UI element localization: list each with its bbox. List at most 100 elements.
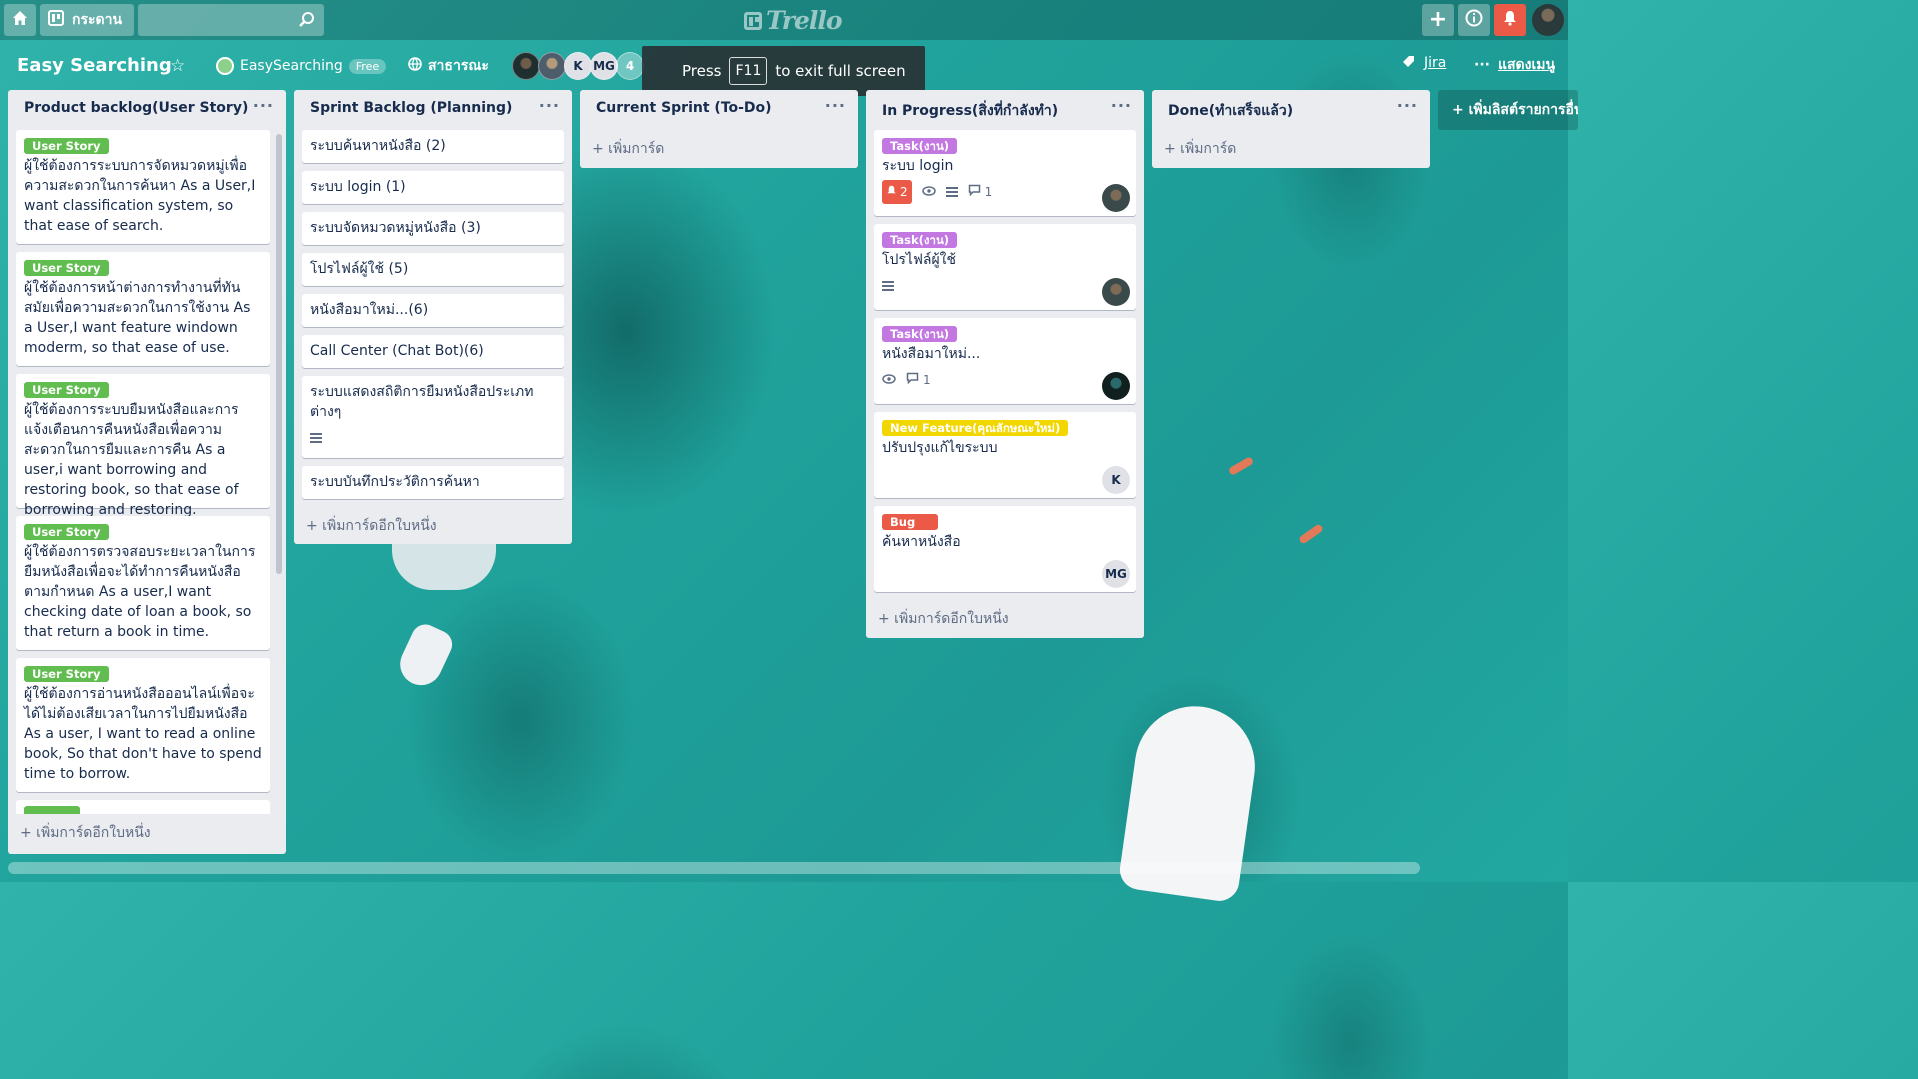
list-header[interactable]: Product backlog(User Story) ··· <box>8 90 286 130</box>
list-product-backlog: Product backlog(User Story) ··· User Sto… <box>8 90 286 854</box>
card-label: Bug <box>882 514 938 530</box>
visibility-button[interactable]: สาธารณะ <box>402 50 495 82</box>
team-icon <box>216 57 234 75</box>
list-cards: User Story ผู้ใช้ต้องการระบบการจัดหมวดหม… <box>8 130 286 814</box>
description-icon <box>945 187 958 197</box>
add-card-button[interactable]: + เพิ่มการ์ด <box>580 130 858 166</box>
trello-logo[interactable]: Trello <box>744 6 843 35</box>
card-title: ผู้ใช้ต้องการระบบการจัดหมวดหมู่เพื่อความ… <box>24 158 256 234</box>
card[interactable]: User Story ผู้ใช้ต้องการอ่านหนังสือออนไล… <box>16 658 270 792</box>
create-button[interactable]: + <box>1422 4 1454 36</box>
card[interactable]: Bug ค้นหาหนังสือ MG <box>874 506 1136 592</box>
card[interactable] <box>16 800 270 814</box>
list-title[interactable]: In Progress(สิ่งที่กำลังทำ) <box>882 103 1058 119</box>
card-label: User Story <box>24 524 109 540</box>
card-title: ระบบจัดหมวดหมู่หนังสือ (3) <box>310 220 481 236</box>
card[interactable]: ระบบค้นหาหนังสือ (2) <box>302 130 564 163</box>
butler-icon <box>1402 54 1416 72</box>
card[interactable]: Call Center (Chat Bot)(6) <box>302 335 564 368</box>
card[interactable]: ระบบ login (1) <box>302 171 564 204</box>
star-icon[interactable]: ☆ <box>170 56 185 76</box>
list-header[interactable]: Current Sprint (To-Do) ··· <box>580 90 858 130</box>
card[interactable]: User Story ผู้ใช้ต้องการระบบการจัดหมวดหม… <box>16 130 270 244</box>
card[interactable]: หนังสือมาใหม่...(6) <box>302 294 564 327</box>
card[interactable]: Task(งาน) หนังสือมาใหม่... 1 <box>874 318 1136 404</box>
boat-image <box>392 540 496 590</box>
logo-text: Trello <box>766 6 843 35</box>
search-input[interactable] <box>138 4 324 36</box>
list-current-sprint: Current Sprint (To-Do) ··· + เพิ่มการ์ด <box>580 90 858 168</box>
list-menu-icon[interactable]: ··· <box>1397 96 1418 115</box>
boards-button[interactable]: กระดาน <box>40 4 134 36</box>
add-card-button[interactable]: + เพิ่มการ์ดอีกใบหนึ่ง <box>866 600 1144 636</box>
toast-post: to exit full screen <box>775 62 906 80</box>
boat-image <box>393 619 457 693</box>
board-horizontal-scrollbar[interactable] <box>8 862 1420 874</box>
show-menu-button[interactable]: ··· แสดงเมนู <box>1474 54 1555 76</box>
comment-badge: 1 <box>968 182 992 202</box>
list-header[interactable]: In Progress(สิ่งที่กำลังทำ) ··· <box>866 90 1144 130</box>
list-header[interactable]: Done(ทำเสร็จแล้ว) ··· <box>1152 90 1430 130</box>
list-title[interactable]: Product backlog(User Story) <box>24 100 248 116</box>
plus-icon: + <box>1428 7 1448 32</box>
member-avatar[interactable]: MG <box>590 52 618 80</box>
member-avatar[interactable] <box>538 52 566 80</box>
card-member-avatar[interactable] <box>1102 372 1130 400</box>
list-title[interactable]: Current Sprint (To-Do) <box>596 100 772 116</box>
add-list-button[interactable]: + เพิ่มลิสต์รายการอื่น <box>1438 90 1578 130</box>
jira-powerup-button[interactable]: Jira <box>1402 54 1446 72</box>
card-label: User Story <box>24 382 109 398</box>
user-avatar[interactable] <box>1532 4 1564 36</box>
comment-icon <box>968 182 981 202</box>
member-avatar[interactable] <box>512 52 540 80</box>
card-title: Call Center (Chat Bot)(6) <box>310 343 484 359</box>
card[interactable]: โปรไฟล์ผู้ใช้ (5) <box>302 253 564 286</box>
home-button[interactable] <box>4 4 36 36</box>
list-title[interactable]: Sprint Backlog (Planning) <box>310 100 512 116</box>
card-title: ผู้ใช้ต้องการอ่านหนังสือออนไลน์เพื่อจะได… <box>24 686 262 782</box>
list-scrollbar[interactable] <box>276 134 282 574</box>
add-card-button[interactable]: + เพิ่มการ์ดอีกใบหนึ่ง <box>294 507 572 543</box>
member-count-badge[interactable]: 4 <box>616 52 644 80</box>
card[interactable]: ระบบจัดหมวดหมู่หนังสือ (3) <box>302 212 564 245</box>
list-menu-icon[interactable]: ··· <box>253 96 274 115</box>
eye-icon <box>921 182 936 202</box>
card-badges <box>882 274 1128 298</box>
list-header[interactable]: Sprint Backlog (Planning) ··· <box>294 90 572 130</box>
team-button[interactable]: EasySearching Free <box>208 50 394 82</box>
trello-mark-icon <box>744 11 762 30</box>
card-label: User Story <box>24 666 109 682</box>
add-card-button[interactable]: + เพิ่มการ์ดอีกใบหนึ่ง <box>8 814 286 850</box>
card[interactable]: Task(งาน) ระบบ login 2 1 <box>874 130 1136 216</box>
list-menu-icon[interactable]: ··· <box>1111 96 1132 115</box>
card[interactable]: ระบบบันทึกประวัติการค้นหา <box>302 466 564 499</box>
card[interactable]: New Feature(คุณลักษณะใหม่) ปรับปรุงแก้ไข… <box>874 412 1136 498</box>
globe-icon <box>408 57 422 75</box>
card-label: Task(งาน) <box>882 138 958 154</box>
card-member-avatar[interactable]: K <box>1102 466 1130 494</box>
card-member-avatar[interactable]: MG <box>1102 560 1130 588</box>
card-title: โปรไฟล์ผู้ใช้ <box>882 252 956 268</box>
card[interactable]: User Story ผู้ใช้ต้องการตรวจสอบระยะเวลาใ… <box>16 516 270 650</box>
card-title: หนังสือมาใหม่...(6) <box>310 302 429 318</box>
bell-icon <box>1502 10 1518 30</box>
card-member-avatar[interactable] <box>1102 184 1130 212</box>
card[interactable]: User Story ผู้ใช้ต้องการหน้าต่างการทำงาน… <box>16 252 270 366</box>
show-menu-label: แสดงเมนู <box>1497 57 1556 73</box>
card[interactable]: User Story ผู้ใช้ต้องการระบบยืมหนังสือแล… <box>16 374 270 518</box>
list-title[interactable]: Done(ทำเสร็จแล้ว) <box>1168 103 1293 119</box>
list-menu-icon[interactable]: ··· <box>539 96 560 115</box>
board-title[interactable]: Easy Searching <box>10 50 179 82</box>
card[interactable]: ระบบแสดงสถิติการยืมหนังสือประเภทต่างๆ <box>302 376 564 458</box>
info-button[interactable] <box>1458 4 1490 36</box>
card[interactable]: Task(งาน) โปรไฟล์ผู้ใช้ <box>874 224 1136 310</box>
notifications-button[interactable] <box>1494 4 1526 36</box>
card-member-avatar[interactable] <box>1102 278 1130 306</box>
card-title: ระบบ login (1) <box>310 179 406 195</box>
list-menu-icon[interactable]: ··· <box>825 96 846 115</box>
team-name: EasySearching <box>240 58 343 74</box>
member-avatar[interactable]: K <box>564 52 592 80</box>
add-card-button[interactable]: + เพิ่มการ์ด <box>1152 130 1430 166</box>
due-badge[interactable]: 2 <box>882 180 912 204</box>
card-label: Task(งาน) <box>882 326 958 342</box>
